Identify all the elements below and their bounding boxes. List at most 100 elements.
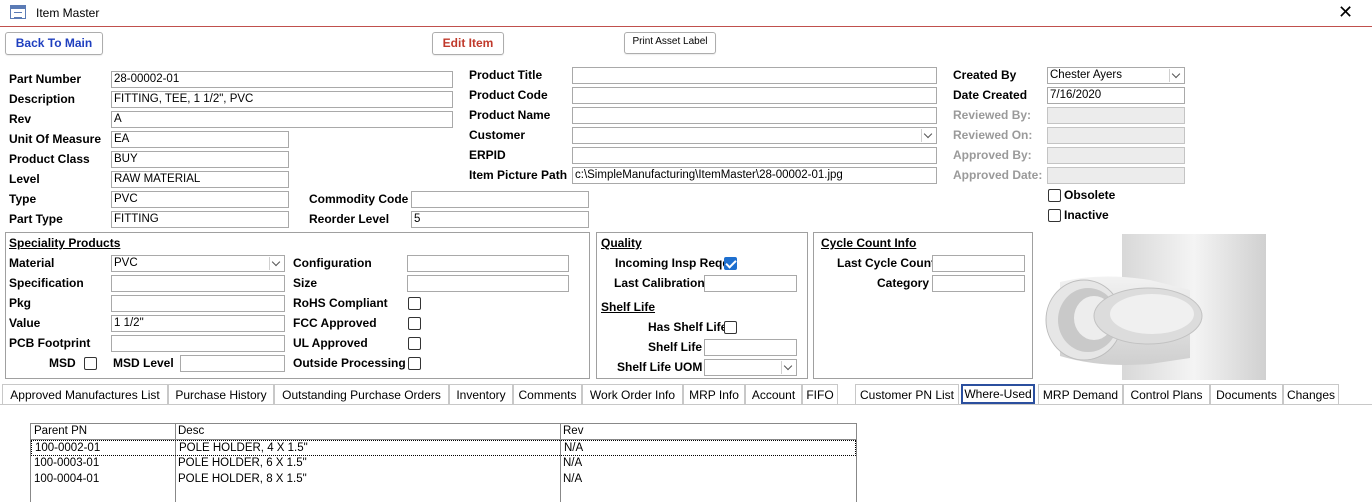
pkg-label: Pkg (9, 296, 32, 310)
msd-checkbox[interactable] (84, 357, 97, 370)
tab-control-plans[interactable]: Control Plans (1123, 384, 1210, 405)
product-code-field[interactable] (572, 87, 937, 104)
reviewed-by-label: Reviewed By: (953, 108, 1032, 122)
approved-by-label: Approved By: (953, 148, 1032, 162)
category-field[interactable] (932, 275, 1025, 292)
product-name-label: Product Name (469, 108, 551, 122)
date-created-label: Date Created (953, 88, 1028, 102)
rev-field[interactable]: A (111, 111, 453, 128)
erpid-field[interactable] (572, 147, 937, 164)
chevron-down-icon[interactable] (921, 129, 935, 142)
size-field[interactable] (407, 275, 569, 292)
msd-level-field[interactable] (180, 355, 285, 372)
table-row[interactable]: 100-0004-01 POLE HOLDER, 8 X 1.5" N/A (31, 472, 856, 488)
date-created-field[interactable]: 7/16/2020 (1047, 87, 1185, 104)
chevron-down-icon[interactable] (269, 257, 283, 270)
chevron-down-icon[interactable] (781, 361, 795, 374)
part-number-field[interactable]: 28-00002-01 (111, 71, 453, 88)
tab-purchase-history[interactable]: Purchase History (168, 384, 274, 405)
tab-customer-pn-list[interactable]: Customer PN List (855, 384, 959, 405)
description-field[interactable]: FITTING, TEE, 1 1/2", PVC (111, 91, 453, 108)
tab-account[interactable]: Account (745, 384, 802, 405)
reviewed-on-field (1047, 127, 1185, 144)
material-dropdown[interactable]: PVC (111, 255, 285, 272)
print-asset-label-button[interactable]: Print Asset Label (624, 32, 716, 54)
approved-date-label: Approved Date: (953, 168, 1043, 182)
created-by-label: Created By (953, 68, 1017, 82)
tab-where-used[interactable]: Where-Used (961, 384, 1035, 404)
msd-level-label: MSD Level (113, 356, 174, 370)
tab-outstanding-purchase-orders[interactable]: Outstanding Purchase Orders (274, 384, 449, 405)
column-header-desc[interactable]: Desc (175, 424, 561, 440)
obsolete-checkbox[interactable] (1048, 189, 1061, 202)
product-class-field[interactable]: BUY (111, 151, 289, 168)
item-picture-path-label: Item Picture Path (469, 168, 568, 182)
column-header-rev[interactable]: Rev (560, 424, 857, 440)
tab-work-order-info[interactable]: Work Order Info (582, 384, 683, 405)
part-type-field[interactable]: FITTING (111, 211, 289, 228)
tab-inventory[interactable]: Inventory (449, 384, 513, 405)
item-picture-path-field[interactable]: c:\SimpleManufacturing\ItemMaster\28-000… (572, 167, 937, 184)
rev-cell: N/A (563, 457, 583, 469)
last-calibration-field[interactable] (704, 275, 797, 292)
ul-approved-checkbox[interactable] (408, 337, 421, 350)
tab-mrp-info[interactable]: MRP Info (683, 384, 745, 405)
inactive-checkbox[interactable] (1048, 209, 1061, 222)
material-label: Material (9, 256, 55, 270)
outside-processing-checkbox[interactable] (408, 357, 421, 370)
configuration-field[interactable] (407, 255, 569, 272)
back-to-main-button[interactable]: Back To Main (5, 32, 103, 55)
rev-label: Rev (9, 112, 32, 126)
table-row[interactable]: 100-0002-01 POLE HOLDER, 4 X 1.5" N/A (31, 440, 856, 456)
product-title-field[interactable] (572, 67, 937, 84)
where-used-table: Parent PN Desc Rev 100-0002-01 POLE HOLD… (30, 423, 857, 502)
category-label: Category (877, 276, 930, 290)
rev-cell: N/A (563, 473, 583, 485)
item-picture (1040, 232, 1278, 382)
has-shelf-life-checkbox[interactable] (724, 321, 737, 334)
specification-label: Specification (9, 276, 84, 290)
pcb-footprint-label: PCB Footprint (9, 336, 91, 350)
column-header-parent-pn[interactable]: Parent PN (31, 424, 176, 440)
table-row[interactable]: 100-0003-01 POLE HOLDER, 6 X 1.5" N/A (31, 456, 856, 472)
commodity-code-field[interactable] (411, 191, 589, 208)
level-label: Level (9, 172, 40, 186)
incoming-insp-reqd-checkbox[interactable] (724, 257, 737, 270)
created-by-dropdown[interactable]: Chester Ayers (1047, 67, 1185, 84)
pcb-footprint-field[interactable] (111, 335, 285, 352)
tab-comments[interactable]: Comments (513, 384, 582, 405)
tab-changes[interactable]: Changes (1283, 384, 1339, 405)
customer-dropdown[interactable] (572, 127, 937, 144)
chevron-down-icon[interactable] (1169, 69, 1183, 82)
tab-mrp-demand[interactable]: MRP Demand (1038, 384, 1123, 405)
specification-field[interactable] (111, 275, 285, 292)
material-value: PVC (114, 257, 138, 269)
shelf-life-field[interactable] (704, 339, 797, 356)
window-title: Item Master (36, 6, 100, 20)
outside-processing-label: Outside Processing (293, 356, 406, 370)
approved-by-field (1047, 147, 1185, 164)
tab-documents[interactable]: Documents (1210, 384, 1283, 405)
level-field[interactable]: RAW MATERIAL (111, 171, 289, 188)
tab-fifo[interactable]: FIFO (802, 384, 838, 405)
form-icon (10, 5, 26, 19)
commodity-code-label: Commodity Code (309, 192, 409, 206)
reorder-level-field[interactable]: 5 (411, 211, 589, 228)
tab-approved-manufactures-list[interactable]: Approved Manufactures List (2, 384, 168, 405)
reorder-level-label: Reorder Level (309, 212, 390, 226)
msd-label: MSD (49, 356, 76, 370)
close-icon[interactable]: ✕ (1338, 3, 1353, 21)
type-field[interactable]: PVC (111, 191, 289, 208)
rev-cell: N/A (564, 442, 584, 454)
edit-item-button[interactable]: Edit Item (432, 32, 504, 55)
type-label: Type (9, 192, 37, 206)
fcc-approved-checkbox[interactable] (408, 317, 421, 330)
value-field[interactable]: 1 1/2" (111, 315, 285, 332)
product-name-field[interactable] (572, 107, 937, 124)
pkg-field[interactable] (111, 295, 285, 312)
has-shelf-life-label: Has Shelf Life (648, 320, 728, 334)
rohs-compliant-checkbox[interactable] (408, 297, 421, 310)
unit-of-measure-field[interactable]: EA (111, 131, 289, 148)
shelf-life-uom-dropdown[interactable] (704, 359, 797, 376)
last-cycle-count-field[interactable] (932, 255, 1025, 272)
